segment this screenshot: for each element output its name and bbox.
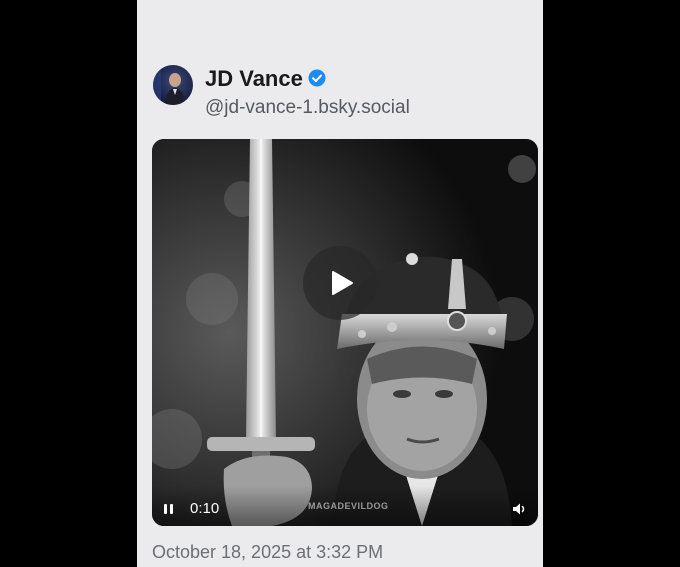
screenshot-frame: JD Vance @jd-vance-1.bsky.social 0:10 MA… [0, 0, 680, 567]
play-icon [332, 271, 353, 295]
post-timestamp[interactable]: October 18, 2025 at 3:32 PM [152, 541, 383, 563]
video-watermark: MAGADEVILDOG [308, 501, 389, 511]
avatar[interactable] [153, 65, 193, 105]
pause-icon[interactable] [160, 499, 178, 519]
video-frame [152, 139, 538, 526]
author-display-name[interactable]: JD Vance [205, 66, 303, 92]
video-elapsed-time: 0:10 [190, 500, 220, 517]
verified-badge-icon [308, 69, 326, 87]
author-handle[interactable]: @jd-vance-1.bsky.social [205, 96, 410, 120]
post-card: JD Vance @jd-vance-1.bsky.social 0:10 MA… [137, 0, 543, 567]
video-player[interactable]: 0:10 MAGADEVILDOG [152, 139, 538, 526]
volume-icon[interactable] [509, 499, 529, 519]
avatar-image [153, 65, 185, 105]
play-button[interactable] [303, 246, 377, 320]
